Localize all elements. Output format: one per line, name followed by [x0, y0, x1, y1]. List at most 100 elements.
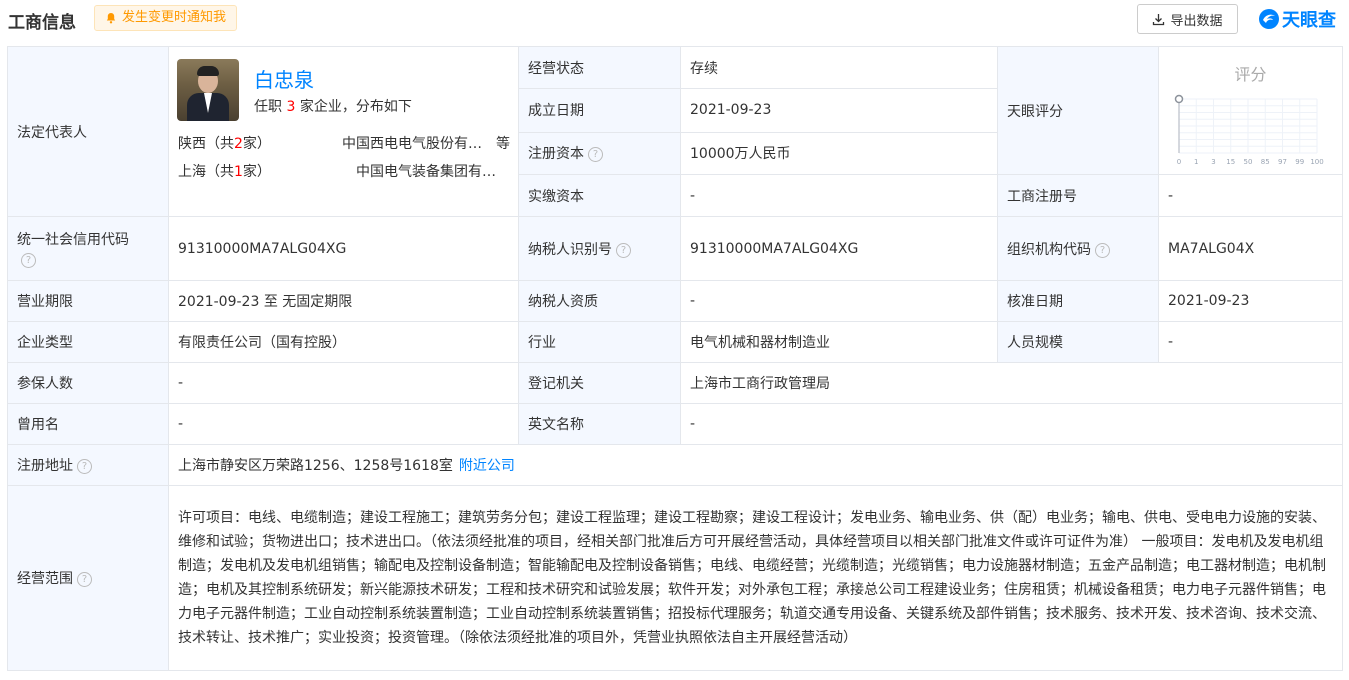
capital-label: 注册资本 — [528, 146, 584, 163]
legal-rep-name[interactable]: 白忠泉 — [254, 64, 314, 93]
help-icon[interactable]: ? — [616, 242, 631, 258]
term-value: 2021-09-23 至 无固定期限 — [168, 280, 519, 322]
score-chart-title: 评分 — [1234, 65, 1267, 84]
region-suffix: 家） — [242, 136, 271, 152]
score-chart: 0 1 3 15 50 85 97 99 100 — [1174, 94, 1324, 166]
summary-suffix: 家企业，分布如下 — [295, 99, 412, 115]
score-tick-label: 97 — [1278, 158, 1287, 166]
founded-value: 2021-09-23 — [680, 88, 998, 133]
paid-value: - — [680, 174, 998, 217]
capital-label-cell: 注册资本? — [518, 131, 681, 176]
former-value: - — [168, 403, 519, 445]
region-prefix: 陕西（共 — [178, 136, 234, 152]
score-tick-label: 0 — [1177, 158, 1181, 166]
taxid-label: 纳税人识别号 — [528, 241, 612, 258]
region-count: 2 — [234, 136, 243, 152]
english-value: - — [680, 403, 1343, 445]
export-data-button[interactable]: 导出数据 — [1137, 4, 1238, 34]
taxq-label: 纳税人资质 — [518, 280, 681, 322]
type-value: 有限责任公司（国有控股） — [168, 321, 519, 363]
notify-change-button[interactable]: 发生变更时通知我 — [94, 5, 238, 31]
section-header: 工商信息 发生变更时通知我 导出数据 天眼查 — [0, 0, 1349, 38]
region-row-shanghai: 上海（共1家） 中国电气装备集团有… — [178, 161, 510, 181]
help-icon[interactable]: ? — [21, 253, 36, 268]
approve-label: 核准日期 — [997, 280, 1159, 322]
score-tick-label: 99 — [1295, 158, 1304, 166]
scope-label: 经营范围 — [17, 571, 73, 587]
tianyancha-logo: 天眼查 — [1258, 6, 1336, 32]
score-label: 天眼评分 — [997, 46, 1159, 175]
score-tick-label: 3 — [1211, 158, 1215, 166]
region-row-shaanxi: 陕西（共2家） 中国西电电气股份有… 等 — [178, 133, 510, 153]
region-prefix: 上海（共 — [178, 164, 234, 180]
help-icon[interactable]: ? — [588, 147, 603, 163]
capital-value: 10000万人民币 — [680, 131, 998, 176]
credit-label-cell: 统一社会信用代码? — [7, 216, 169, 281]
download-icon — [1153, 13, 1165, 25]
section-title: 工商信息 — [8, 13, 76, 33]
authority-label: 登记机关 — [518, 362, 681, 404]
tianyancha-logo-icon — [1259, 9, 1279, 29]
score-marker — [1174, 94, 1184, 104]
insured-value: - — [168, 362, 519, 404]
legal-rep-cell: 白忠泉 任职 3 家企业，分布如下 陕西（共2家） 中国西电电气股份有… 等 上… — [168, 46, 519, 217]
org-label: 组织机构代码 — [1007, 241, 1091, 258]
legal-rep-label: 法定代表人 — [7, 46, 169, 217]
industry-value: 电气机械和器材制造业 — [680, 321, 998, 363]
region-label: 上海（共1家） — [178, 161, 328, 181]
summary-prefix: 任职 — [254, 99, 287, 115]
address-label: 注册地址 — [17, 458, 73, 474]
score-tick-label: 1 — [1194, 158, 1198, 166]
region-count: 1 — [234, 164, 243, 180]
address-label-cell: 注册地址? — [7, 444, 169, 486]
taxq-value: - — [680, 280, 998, 322]
staff-label: 人员规模 — [997, 321, 1159, 363]
org-label-cell: 组织机构代码? — [997, 216, 1159, 281]
score-tick-label: 50 — [1244, 158, 1253, 166]
help-icon[interactable]: ? — [77, 459, 92, 474]
scope-label-cell: 经营范围? — [7, 485, 169, 671]
export-label: 导出数据 — [1170, 13, 1223, 29]
paid-label: 实缴资本 — [518, 174, 681, 217]
founded-label: 成立日期 — [518, 88, 681, 133]
nearby-companies-link[interactable]: 附近公司 — [459, 458, 515, 474]
help-icon[interactable]: ? — [1095, 242, 1110, 258]
score-tick-label: 15 — [1226, 158, 1235, 166]
credit-label: 统一社会信用代码 — [17, 232, 129, 248]
address-value: 上海市静安区万荣路1256、1258号1618室 — [178, 458, 453, 474]
type-label: 企业类型 — [7, 321, 169, 363]
term-end: 无固定期限 — [282, 294, 353, 310]
scope-value: 许可项目：电线、电缆制造；建设工程施工；建筑劳务分包；建设工程监理；建设工程勘察… — [168, 485, 1343, 671]
region-company[interactable]: 中国电气装备集团有… — [328, 161, 496, 181]
approve-value: 2021-09-23 — [1158, 280, 1343, 322]
former-label: 曾用名 — [7, 403, 169, 445]
status-label: 经营状态 — [518, 45, 681, 90]
insured-label: 参保人数 — [7, 362, 169, 404]
term-label: 营业期限 — [7, 280, 169, 322]
business-info-table: 法定代表人 白忠泉 任职 3 家企业，分布如下 陕西（共2家） 中国西电电气股份… — [7, 45, 1343, 671]
bell-icon — [106, 13, 116, 24]
authority-value: 上海市工商行政管理局 — [680, 362, 1343, 404]
credit-value: 91310000MA7ALG04XG — [168, 216, 519, 281]
notify-label: 发生变更时通知我 — [122, 10, 227, 25]
brand-name: 天眼查 — [1282, 10, 1336, 31]
english-label: 英文名称 — [518, 403, 681, 445]
org-value: MA7ALG04X — [1158, 216, 1343, 281]
regno-value: - — [1158, 174, 1343, 217]
staff-value: - — [1158, 321, 1343, 363]
region-etc[interactable]: 等 — [496, 133, 510, 153]
status-value: 存续 — [680, 45, 998, 90]
address-value-cell: 上海市静安区万荣路1256、1258号1618室 附近公司 — [168, 444, 1343, 486]
region-company[interactable]: 中国西电电气股份有… — [321, 133, 482, 153]
legal-rep-summary: 任职 3 家企业，分布如下 — [254, 96, 412, 116]
help-icon[interactable]: ? — [77, 572, 92, 587]
regno-label: 工商注册号 — [997, 174, 1159, 217]
taxid-value: 91310000MA7ALG04XG — [680, 216, 998, 281]
score-tick-label: 100 — [1310, 158, 1323, 166]
avatar[interactable] — [177, 59, 239, 121]
score-cell: 评分 0 1 3 15 50 85 97 99 100 — [1158, 46, 1343, 175]
region-label: 陕西（共2家） — [178, 133, 321, 153]
term-sep: 至 — [263, 294, 278, 310]
region-suffix: 家） — [242, 164, 271, 180]
term-start: 2021-09-23 — [178, 294, 260, 310]
